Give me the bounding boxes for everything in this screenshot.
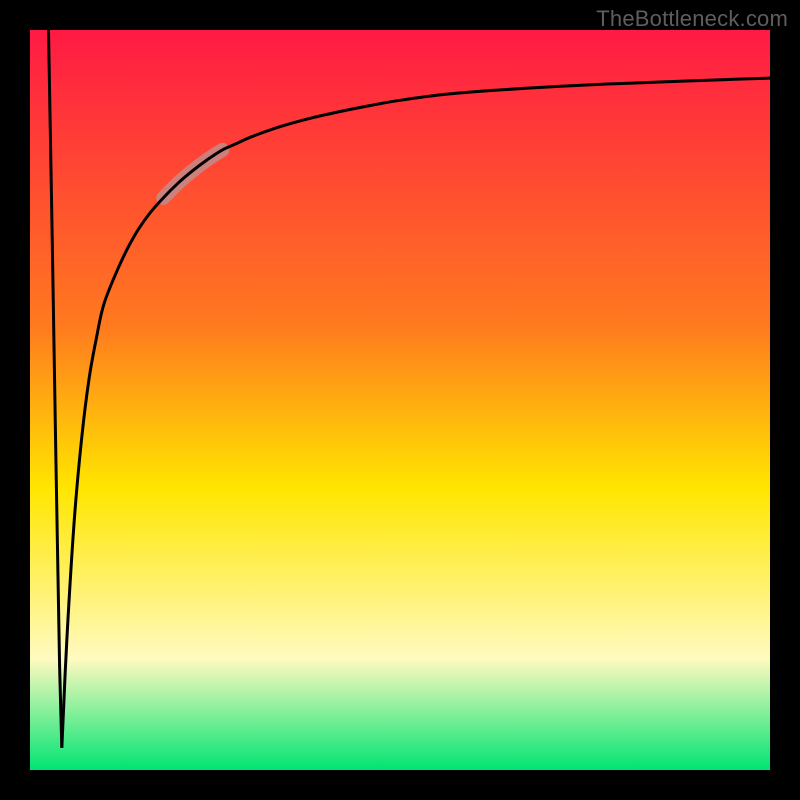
plot-area: [30, 30, 770, 770]
chart-frame: TheBottleneck.com: [0, 0, 800, 800]
chart-svg: [30, 30, 770, 770]
gradient-background: [30, 30, 770, 770]
attribution-text: TheBottleneck.com: [596, 6, 788, 32]
